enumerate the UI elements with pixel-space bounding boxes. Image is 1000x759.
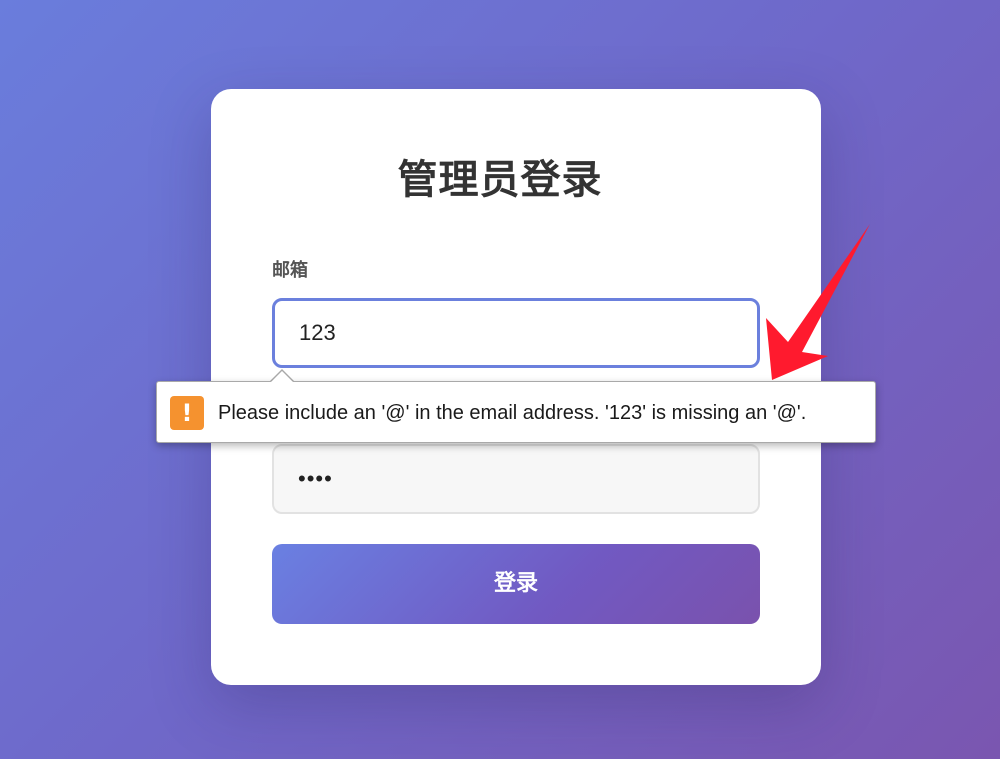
password-field[interactable]: •••• [272,444,760,514]
email-field[interactable]: 123 [272,298,760,368]
warning-icon: ! [170,396,204,430]
page-title: 管理员登录 [397,157,603,203]
annotation-arrow-shape [766,224,870,380]
email-label: 邮箱 [272,260,308,281]
login-button[interactable]: 登录 [272,544,760,624]
validation-tooltip: ! Please include an '@' in the email add… [156,381,876,443]
tooltip-pointer-fill [270,371,294,383]
validation-message: Please include an '@' in the email addre… [218,402,807,424]
annotation-arrow-icon [766,224,870,380]
